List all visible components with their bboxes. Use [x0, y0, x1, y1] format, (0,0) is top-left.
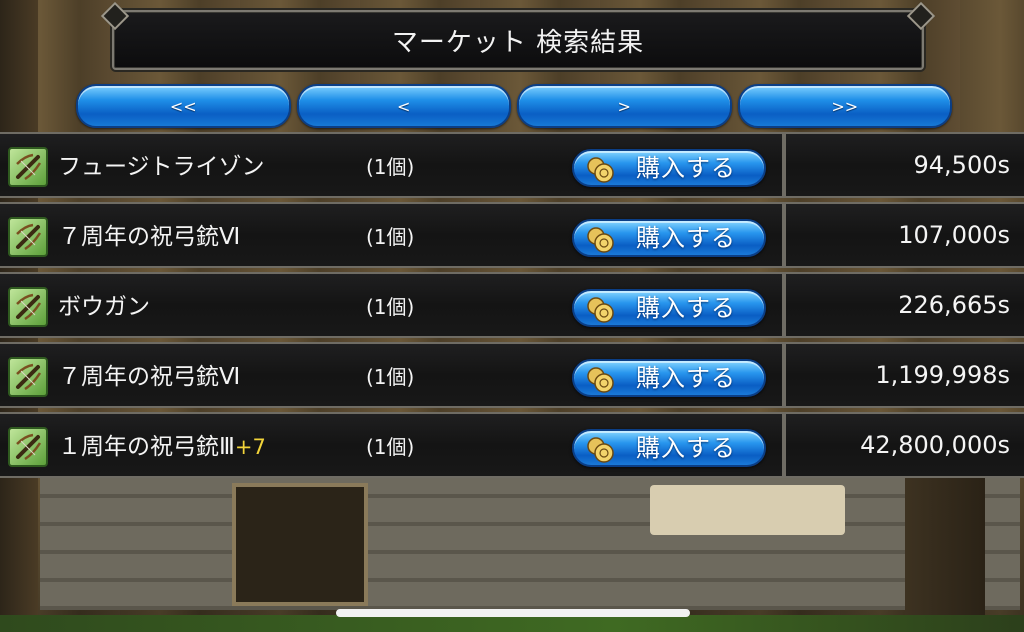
- listing-main: ７周年の祝弓銃Ⅵ (1個) 購入する: [0, 342, 784, 408]
- buy-button-label: 購入する: [636, 224, 736, 252]
- crossbow-icon[interactable]: [8, 287, 48, 327]
- listing-main: フュージトライゾン (1個) 購入する: [0, 132, 784, 198]
- item-price: 107,000s: [784, 202, 1024, 268]
- enhance-level: +7: [234, 435, 266, 459]
- crossbow-icon[interactable]: [8, 427, 48, 467]
- item-name: １周年の祝弓銃Ⅲ+7: [58, 434, 266, 460]
- coin-icon: [587, 157, 614, 183]
- item-quantity: (1個): [366, 365, 415, 389]
- item-price: 226,665s: [784, 272, 1024, 338]
- buy-button-label: 購入する: [636, 154, 736, 182]
- item-name: ボウガン: [58, 294, 150, 320]
- crossbow-icon[interactable]: [8, 217, 48, 257]
- pagination-bar: << < > >>: [76, 84, 952, 128]
- item-quantity: (1個): [366, 225, 415, 249]
- buy-button[interactable]: 購入する: [572, 289, 766, 327]
- buy-button-label: 購入する: [636, 364, 736, 392]
- background-ground: [0, 615, 1024, 632]
- buy-button[interactable]: 購入する: [572, 359, 766, 397]
- buy-button[interactable]: 購入する: [572, 219, 766, 257]
- item-name: ７周年の祝弓銃Ⅵ: [58, 224, 241, 250]
- background-sign: [650, 485, 845, 535]
- crossbow-icon[interactable]: [8, 147, 48, 187]
- title-bar: マーケット 検索結果: [112, 10, 924, 70]
- listing-row: フュージトライゾン (1個) 購入する 94,500s: [0, 132, 1024, 198]
- last-page-button[interactable]: >>: [737, 84, 952, 128]
- next-page-button[interactable]: >: [517, 84, 732, 128]
- listing-main: ボウガン (1個) 購入する: [0, 272, 784, 338]
- page-title: マーケット 検索結果: [391, 27, 645, 58]
- buy-button-label: 購入する: [636, 294, 736, 322]
- background-wooden-board: [40, 470, 1020, 610]
- background-post: [905, 460, 985, 620]
- coin-icon: [587, 227, 614, 253]
- listing-main: ７周年の祝弓銃Ⅵ (1個) 購入する: [0, 202, 784, 268]
- crossbow-icon[interactable]: [8, 357, 48, 397]
- home-indicator[interactable]: [336, 609, 690, 617]
- item-price: 94,500s: [784, 132, 1024, 198]
- listing-list: フュージトライゾン (1個) 購入する 94,500s ７周年の祝弓銃Ⅵ (1個…: [0, 132, 1024, 482]
- item-quantity: (1個): [366, 435, 415, 459]
- item-name: ７周年の祝弓銃Ⅵ: [58, 364, 241, 390]
- buy-button[interactable]: 購入する: [572, 149, 766, 187]
- item-quantity: (1個): [366, 155, 415, 179]
- coin-icon: [587, 367, 614, 393]
- item-price: 1,199,998s: [784, 342, 1024, 408]
- previous-page-button[interactable]: <: [296, 84, 511, 128]
- item-price: 42,800,000s: [784, 412, 1024, 478]
- listing-row: ７周年の祝弓銃Ⅵ (1個) 購入する 1,199,998s: [0, 342, 1024, 408]
- listing-row: ７周年の祝弓銃Ⅵ (1個) 購入する 107,000s: [0, 202, 1024, 268]
- listing-row: １周年の祝弓銃Ⅲ+7 (1個) 購入する 42,800,000s: [0, 412, 1024, 478]
- listing-main: １周年の祝弓銃Ⅲ+7 (1個) 購入する: [0, 412, 784, 478]
- item-name: フュージトライゾン: [58, 154, 265, 180]
- item-quantity: (1個): [366, 295, 415, 319]
- background-poster: [232, 483, 368, 606]
- buy-button[interactable]: 購入する: [572, 429, 766, 467]
- coin-icon: [587, 437, 614, 463]
- first-page-button[interactable]: <<: [76, 84, 291, 128]
- coin-icon: [587, 297, 614, 323]
- listing-row: ボウガン (1個) 購入する 226,665s: [0, 272, 1024, 338]
- buy-button-label: 購入する: [636, 434, 736, 462]
